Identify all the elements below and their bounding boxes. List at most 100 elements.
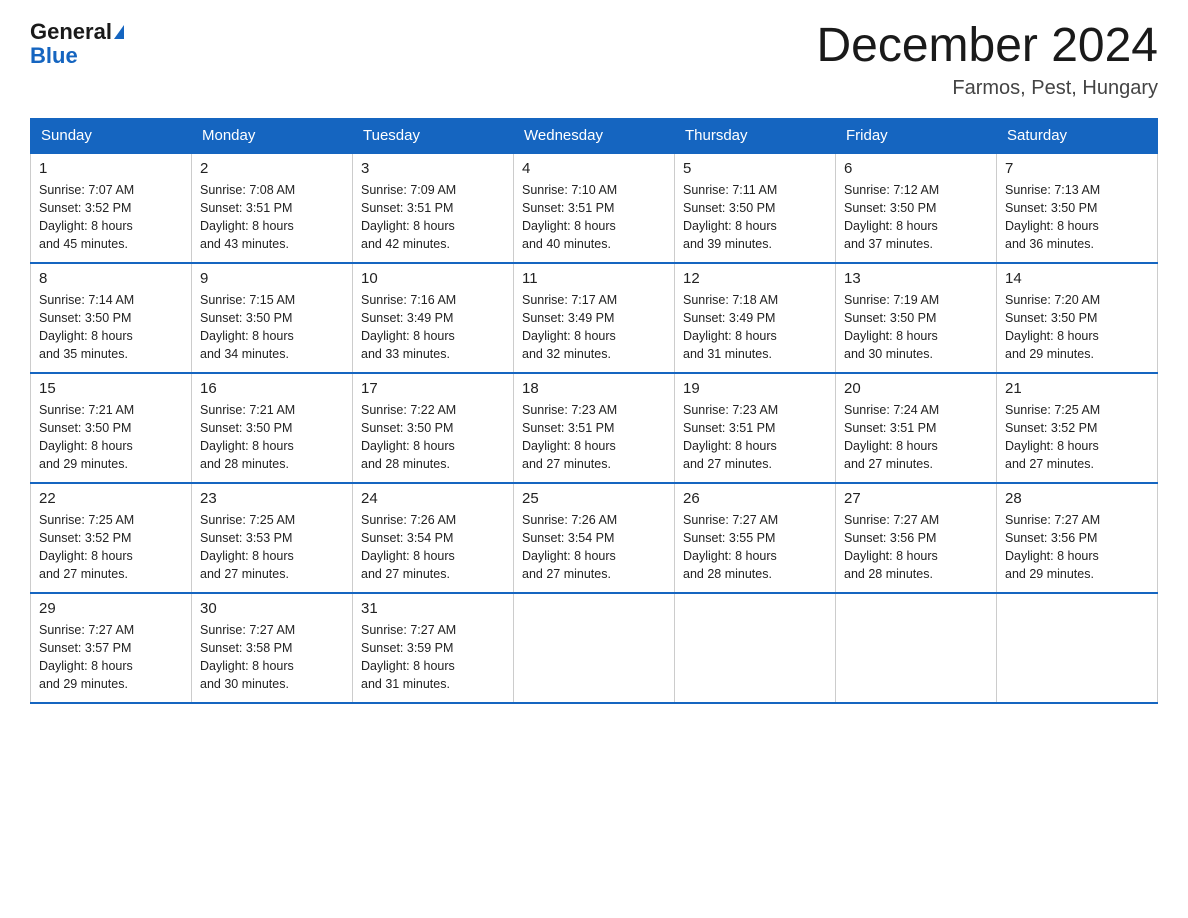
day-number: 15 — [39, 380, 183, 397]
table-row: 19 Sunrise: 7:23 AMSunset: 3:51 PMDaylig… — [675, 373, 836, 483]
day-info: Sunrise: 7:23 AMSunset: 3:51 PMDaylight:… — [522, 401, 666, 474]
location-text: Farmos, Pest, Hungary — [816, 77, 1158, 100]
day-info: Sunrise: 7:27 AMSunset: 3:55 PMDaylight:… — [683, 511, 827, 584]
table-row: 11 Sunrise: 7:17 AMSunset: 3:49 PMDaylig… — [514, 263, 675, 373]
table-row: 13 Sunrise: 7:19 AMSunset: 3:50 PMDaylig… — [836, 263, 997, 373]
day-number: 19 — [683, 380, 827, 397]
day-info: Sunrise: 7:13 AMSunset: 3:50 PMDaylight:… — [1005, 181, 1149, 254]
calendar-header-row: Sunday Monday Tuesday Wednesday Thursday… — [31, 118, 1158, 153]
table-row: 21 Sunrise: 7:25 AMSunset: 3:52 PMDaylig… — [997, 373, 1158, 483]
day-number: 14 — [1005, 270, 1149, 287]
day-number: 12 — [683, 270, 827, 287]
day-info: Sunrise: 7:27 AMSunset: 3:59 PMDaylight:… — [361, 621, 505, 694]
day-number: 7 — [1005, 160, 1149, 177]
day-info: Sunrise: 7:12 AMSunset: 3:50 PMDaylight:… — [844, 181, 988, 254]
day-info: Sunrise: 7:25 AMSunset: 3:53 PMDaylight:… — [200, 511, 344, 584]
table-row: 29 Sunrise: 7:27 AMSunset: 3:57 PMDaylig… — [31, 593, 192, 703]
day-number: 22 — [39, 490, 183, 507]
day-number: 1 — [39, 160, 183, 177]
day-info: Sunrise: 7:27 AMSunset: 3:56 PMDaylight:… — [1005, 511, 1149, 584]
table-row: 12 Sunrise: 7:18 AMSunset: 3:49 PMDaylig… — [675, 263, 836, 373]
table-row: 17 Sunrise: 7:22 AMSunset: 3:50 PMDaylig… — [353, 373, 514, 483]
day-number: 3 — [361, 160, 505, 177]
logo-general-text: General — [30, 20, 112, 44]
day-info: Sunrise: 7:20 AMSunset: 3:50 PMDaylight:… — [1005, 291, 1149, 364]
page-header: General Blue December 2024 Farmos, Pest,… — [30, 20, 1158, 100]
table-row: 15 Sunrise: 7:21 AMSunset: 3:50 PMDaylig… — [31, 373, 192, 483]
header-tuesday: Tuesday — [353, 118, 514, 153]
day-info: Sunrise: 7:26 AMSunset: 3:54 PMDaylight:… — [522, 511, 666, 584]
table-row: 4 Sunrise: 7:10 AMSunset: 3:51 PMDayligh… — [514, 153, 675, 263]
day-info: Sunrise: 7:09 AMSunset: 3:51 PMDaylight:… — [361, 181, 505, 254]
day-number: 18 — [522, 380, 666, 397]
day-number: 16 — [200, 380, 344, 397]
table-row: 3 Sunrise: 7:09 AMSunset: 3:51 PMDayligh… — [353, 153, 514, 263]
header-monday: Monday — [192, 118, 353, 153]
table-row: 14 Sunrise: 7:20 AMSunset: 3:50 PMDaylig… — [997, 263, 1158, 373]
day-number: 2 — [200, 160, 344, 177]
day-number: 30 — [200, 600, 344, 617]
day-number: 6 — [844, 160, 988, 177]
day-number: 20 — [844, 380, 988, 397]
day-info: Sunrise: 7:25 AMSunset: 3:52 PMDaylight:… — [1005, 401, 1149, 474]
day-info: Sunrise: 7:21 AMSunset: 3:50 PMDaylight:… — [200, 401, 344, 474]
title-block: December 2024 Farmos, Pest, Hungary — [816, 20, 1158, 100]
table-row: 23 Sunrise: 7:25 AMSunset: 3:53 PMDaylig… — [192, 483, 353, 593]
day-number: 8 — [39, 270, 183, 287]
day-info: Sunrise: 7:16 AMSunset: 3:49 PMDaylight:… — [361, 291, 505, 364]
table-row — [675, 593, 836, 703]
header-sunday: Sunday — [31, 118, 192, 153]
table-row: 31 Sunrise: 7:27 AMSunset: 3:59 PMDaylig… — [353, 593, 514, 703]
day-number: 26 — [683, 490, 827, 507]
month-title: December 2024 — [816, 20, 1158, 73]
table-row: 9 Sunrise: 7:15 AMSunset: 3:50 PMDayligh… — [192, 263, 353, 373]
day-info: Sunrise: 7:27 AMSunset: 3:58 PMDaylight:… — [200, 621, 344, 694]
logo-blue-text: Blue — [30, 44, 78, 68]
day-number: 5 — [683, 160, 827, 177]
day-number: 17 — [361, 380, 505, 397]
table-row: 1 Sunrise: 7:07 AMSunset: 3:52 PMDayligh… — [31, 153, 192, 263]
day-number: 23 — [200, 490, 344, 507]
header-wednesday: Wednesday — [514, 118, 675, 153]
day-number: 31 — [361, 600, 505, 617]
day-number: 9 — [200, 270, 344, 287]
day-number: 10 — [361, 270, 505, 287]
table-row — [836, 593, 997, 703]
day-info: Sunrise: 7:08 AMSunset: 3:51 PMDaylight:… — [200, 181, 344, 254]
day-number: 28 — [1005, 490, 1149, 507]
day-info: Sunrise: 7:27 AMSunset: 3:57 PMDaylight:… — [39, 621, 183, 694]
table-row: 6 Sunrise: 7:12 AMSunset: 3:50 PMDayligh… — [836, 153, 997, 263]
table-row: 28 Sunrise: 7:27 AMSunset: 3:56 PMDaylig… — [997, 483, 1158, 593]
day-info: Sunrise: 7:24 AMSunset: 3:51 PMDaylight:… — [844, 401, 988, 474]
table-row — [997, 593, 1158, 703]
header-thursday: Thursday — [675, 118, 836, 153]
table-row: 20 Sunrise: 7:24 AMSunset: 3:51 PMDaylig… — [836, 373, 997, 483]
day-number: 24 — [361, 490, 505, 507]
day-number: 13 — [844, 270, 988, 287]
table-row: 10 Sunrise: 7:16 AMSunset: 3:49 PMDaylig… — [353, 263, 514, 373]
table-row: 25 Sunrise: 7:26 AMSunset: 3:54 PMDaylig… — [514, 483, 675, 593]
day-info: Sunrise: 7:21 AMSunset: 3:50 PMDaylight:… — [39, 401, 183, 474]
table-row: 2 Sunrise: 7:08 AMSunset: 3:51 PMDayligh… — [192, 153, 353, 263]
day-info: Sunrise: 7:25 AMSunset: 3:52 PMDaylight:… — [39, 511, 183, 584]
day-number: 4 — [522, 160, 666, 177]
day-number: 21 — [1005, 380, 1149, 397]
day-info: Sunrise: 7:18 AMSunset: 3:49 PMDaylight:… — [683, 291, 827, 364]
table-row — [514, 593, 675, 703]
header-friday: Friday — [836, 118, 997, 153]
day-info: Sunrise: 7:17 AMSunset: 3:49 PMDaylight:… — [522, 291, 666, 364]
day-info: Sunrise: 7:10 AMSunset: 3:51 PMDaylight:… — [522, 181, 666, 254]
table-row: 22 Sunrise: 7:25 AMSunset: 3:52 PMDaylig… — [31, 483, 192, 593]
day-info: Sunrise: 7:23 AMSunset: 3:51 PMDaylight:… — [683, 401, 827, 474]
day-info: Sunrise: 7:26 AMSunset: 3:54 PMDaylight:… — [361, 511, 505, 584]
day-number: 29 — [39, 600, 183, 617]
table-row: 16 Sunrise: 7:21 AMSunset: 3:50 PMDaylig… — [192, 373, 353, 483]
table-row: 27 Sunrise: 7:27 AMSunset: 3:56 PMDaylig… — [836, 483, 997, 593]
day-info: Sunrise: 7:11 AMSunset: 3:50 PMDaylight:… — [683, 181, 827, 254]
table-row: 8 Sunrise: 7:14 AMSunset: 3:50 PMDayligh… — [31, 263, 192, 373]
table-row: 18 Sunrise: 7:23 AMSunset: 3:51 PMDaylig… — [514, 373, 675, 483]
logo-triangle-icon — [114, 25, 124, 39]
day-number: 25 — [522, 490, 666, 507]
day-info: Sunrise: 7:27 AMSunset: 3:56 PMDaylight:… — [844, 511, 988, 584]
day-number: 27 — [844, 490, 988, 507]
